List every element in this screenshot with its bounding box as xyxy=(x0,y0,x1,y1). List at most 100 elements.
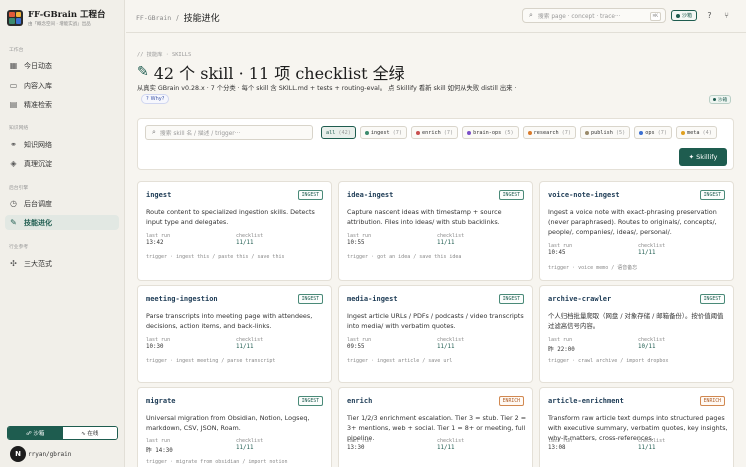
skill-card[interactable]: article-enrichment ENRICH Transform raw ar… xyxy=(539,387,734,467)
skill-category-badge: INGEST xyxy=(498,190,524,200)
breadcrumb-current: 技能进化 xyxy=(183,14,220,24)
search-placeholder: 搜索 page · concept · trace··· xyxy=(537,14,621,20)
skill-category-badge: ENRICH xyxy=(498,396,524,406)
sidebar-item-scheduler[interactable]: ◷ 后台调度 xyxy=(5,196,119,211)
global-search-input[interactable]: ⌕ 搜索 page · concept · trace··· ⌘K xyxy=(522,8,666,23)
skill-name: idea-ingest xyxy=(347,191,394,199)
checklist-label: checklist xyxy=(236,438,264,444)
checklist-label: checklist xyxy=(437,233,465,239)
skill-meta: last run 09:55 checklist 11/11 xyxy=(347,337,527,350)
skill-card[interactable]: voice-note-ingest INGEST Ingest a voice no… xyxy=(539,181,734,281)
category-chip-publish[interactable]: publish (5) xyxy=(579,126,631,139)
nav-section-label: 后台引擎 xyxy=(9,186,29,191)
skill-meta: last run 13:08 checklist 11/11 xyxy=(548,438,728,451)
skill-description: Ingest article URLs / PDFs / podcasts / … xyxy=(347,312,524,330)
sidebar-item-today[interactable]: ▦ 今日动态 xyxy=(5,58,119,73)
sandbox-status-badge[interactable]: 沙箱 xyxy=(671,10,698,21)
sandbox-mini-label: 沙箱 xyxy=(718,97,728,103)
category-dot-icon xyxy=(680,130,685,135)
sidebar-item-truth[interactable]: ◈ 真理沉淀 xyxy=(5,156,119,171)
skill-card[interactable]: archive-crawler INGEST 个人归档批量爬取（网盘 / 对象存储 … xyxy=(539,285,734,383)
checklist-value: 11/11 xyxy=(638,445,656,451)
help-icon[interactable]: ? xyxy=(704,10,715,21)
status-dot-icon xyxy=(713,98,716,101)
skill-search-input[interactable]: ⌕ 搜索 skill 名 / 描述 / trigger··· xyxy=(145,125,313,140)
category-chip-ops[interactable]: ops (7) xyxy=(634,126,672,139)
last-run-value: 昨 14:30 xyxy=(146,448,173,454)
checklist-label: checklist xyxy=(437,438,465,444)
clock-icon: ◷ xyxy=(10,199,17,208)
sidebar: FF-GBrain 工程台 由「概念空间 · 增能实战」出品 工作台 ▦ 今日动… xyxy=(0,0,125,467)
skill-name: ingest xyxy=(146,191,172,199)
sidebar-item-search[interactable]: ▤ 精准检索 xyxy=(5,97,119,112)
search-placeholder: 搜索 skill 名 / 描述 / trigger··· xyxy=(159,131,241,137)
skill-name: archive-crawler xyxy=(548,295,612,303)
chip-label: ops xyxy=(645,129,655,136)
last-run-value: 10:30 xyxy=(146,344,164,350)
skill-card[interactable]: ingest INGEST Route content to specialized… xyxy=(137,181,332,281)
chip-count: (7) xyxy=(443,129,454,136)
search-icon: ⌕ xyxy=(529,11,533,19)
sidebar-item-label: 三大范式 xyxy=(24,259,52,268)
skill-category-badge: INGEST xyxy=(297,294,323,304)
skillify-button[interactable]: ✦ Skillify xyxy=(679,148,727,166)
sidebar-item-inbox[interactable]: ▭ 内容入库 xyxy=(5,78,119,93)
chip-label: brain-ops xyxy=(473,129,502,136)
skill-meta: last run 10:45 checklist 11/11 xyxy=(548,243,728,256)
skill-card[interactable]: migrate INGEST Universal migration from Ob… xyxy=(137,387,332,467)
category-chip-brain-ops[interactable]: brain-ops (5) xyxy=(462,126,519,139)
main-content: // 技能库 · SKILLS ✎ 42 个 skill · 11 项 chec… xyxy=(126,34,746,467)
mode-online-button[interactable]: ∿ 在线 xyxy=(62,427,117,439)
skill-description: Route content to specialized ingestion s… xyxy=(146,208,315,226)
skill-card[interactable]: meeting-ingestion INGEST Parse transcripts… xyxy=(137,285,332,383)
checklist-value: 10/11 xyxy=(638,344,656,350)
checklist-value: 11/11 xyxy=(437,445,455,451)
skill-trigger: trigger · got an idea / save this idea xyxy=(347,254,462,260)
skill-name: meeting-ingestion xyxy=(146,295,218,303)
skill-card[interactable]: enrich ENRICH Tier 1/2/3 enrichment escala… xyxy=(338,387,533,467)
category-dot-icon xyxy=(467,130,472,135)
page-heading: ✎ 42 个 skill · 11 项 checklist 全绿 xyxy=(137,60,405,84)
sidebar-item-label: 真理沉淀 xyxy=(24,159,52,168)
sidebar-item-label: 今日动态 xyxy=(24,61,52,70)
skill-category-badge: INGEST xyxy=(498,294,524,304)
last-run-value: 10:45 xyxy=(548,250,566,256)
category-chip-enrich[interactable]: enrich (7) xyxy=(411,126,459,139)
skill-trigger: trigger · ingest meeting / parse transcr… xyxy=(146,358,276,364)
sidebar-item-skills[interactable]: ✎ 技能进化 xyxy=(5,215,119,230)
why-button[interactable]: ? Why? xyxy=(141,94,170,104)
skill-name: media-ingest xyxy=(347,295,398,303)
sidebar-item-network[interactable]: ⚭ 知识网络 xyxy=(5,137,119,152)
breadcrumb-root[interactable]: FF-GBrain xyxy=(136,14,171,22)
last-run-label: last run xyxy=(347,337,372,343)
user-row[interactable]: N rryan/gbrain xyxy=(10,446,71,462)
network-icon: ⚭ xyxy=(10,140,17,149)
chip-count: (5) xyxy=(615,129,626,136)
last-run-value: 10:55 xyxy=(347,240,365,246)
git-branch-icon[interactable]: ⑂ xyxy=(721,10,732,21)
breadcrumb-separator: / xyxy=(176,13,179,22)
brand[interactable]: FF-GBrain 工程台 由「概念空间 · 增能实战」出品 xyxy=(7,8,106,27)
chip-count: (42) xyxy=(338,129,351,136)
category-chip-all[interactable]: all (42) xyxy=(321,126,356,139)
chip-label: all xyxy=(326,129,336,136)
breadcrumb: FF-GBrain / 技能进化 xyxy=(136,11,220,25)
category-chip-research[interactable]: research (7) xyxy=(522,126,576,139)
skill-card[interactable]: idea-ingest INGEST Capture nascent ideas w… xyxy=(338,181,533,281)
star-icon: ✣ xyxy=(10,259,17,268)
checklist-value: 11/11 xyxy=(437,344,455,350)
last-run-label: last run xyxy=(347,233,372,239)
mode-sandbox-button[interactable]: ☍ 沙箱 xyxy=(8,427,63,439)
category-chip-meta[interactable]: meta (4) xyxy=(675,126,717,139)
skill-name: enrich xyxy=(347,397,373,405)
sidebar-item-paradigms[interactable]: ✣ 三大范式 xyxy=(5,256,119,271)
skill-category-badge: INGEST xyxy=(699,190,725,200)
checklist-value: 11/11 xyxy=(236,344,254,350)
chip-count: (7) xyxy=(392,129,402,136)
last-run-value: 13:42 xyxy=(146,240,164,246)
checklist-value: 11/11 xyxy=(236,240,254,246)
sandbox-label: 沙箱 xyxy=(682,13,693,19)
skill-card[interactable]: media-ingest INGEST Ingest article URLs / … xyxy=(338,285,533,383)
category-chip-ingest[interactable]: ingest (7) xyxy=(359,126,407,139)
page-kicker: // 技能库 · SKILLS xyxy=(137,52,192,58)
